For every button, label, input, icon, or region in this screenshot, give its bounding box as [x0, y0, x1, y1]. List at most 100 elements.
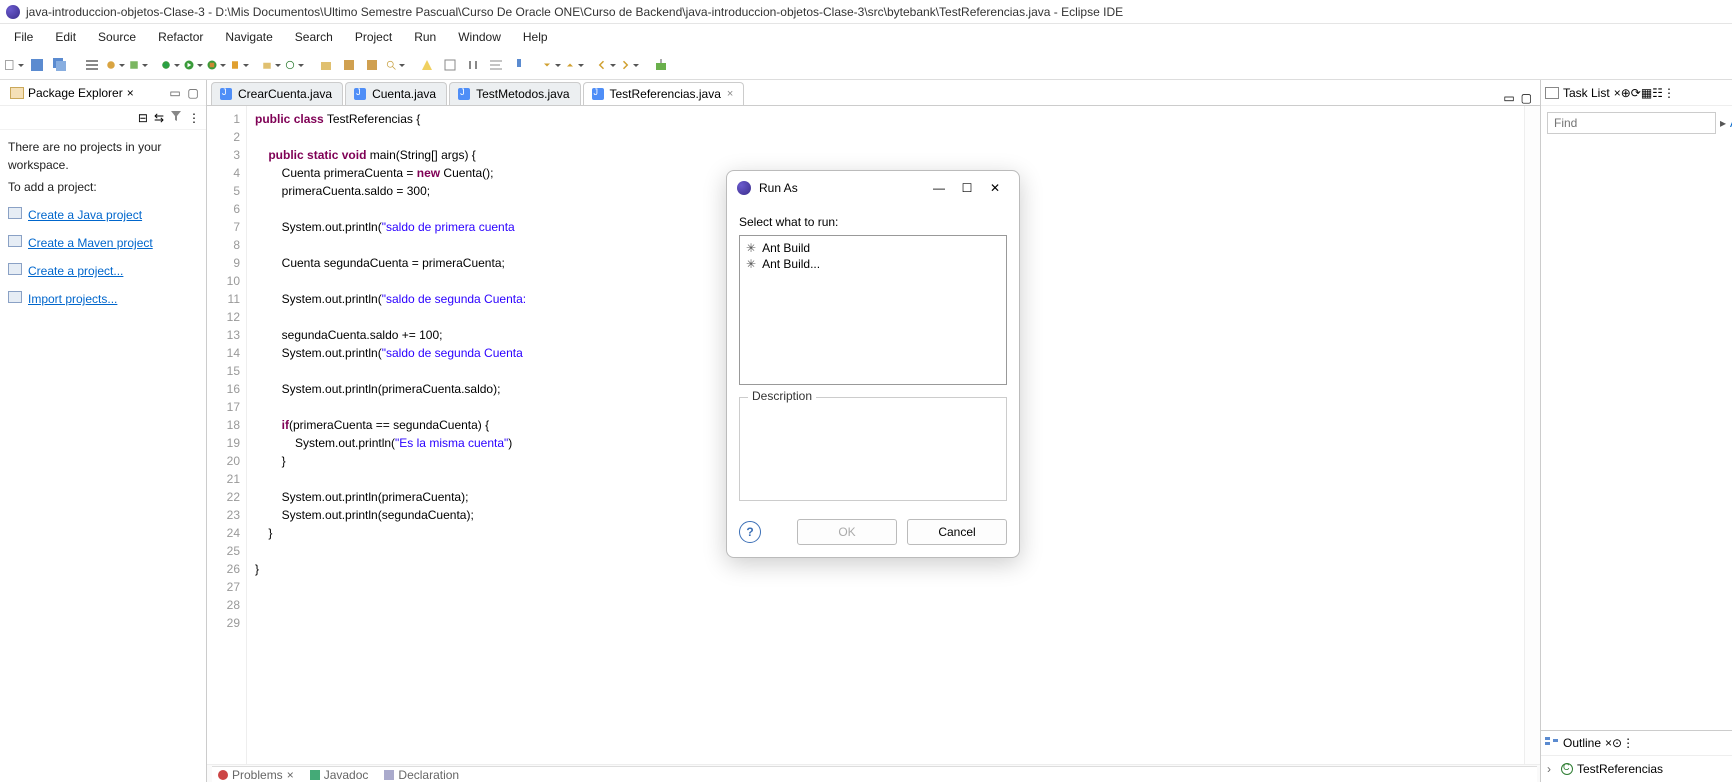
menu-source[interactable]: Source — [88, 26, 146, 48]
menu-project[interactable]: Project — [345, 26, 402, 48]
tasklist-filter-button[interactable]: ⋮ — [1663, 86, 1675, 100]
menu-navigate[interactable]: Navigate — [215, 26, 282, 48]
menu-search[interactable]: Search — [285, 26, 343, 48]
overview-ruler[interactable] — [1524, 106, 1540, 764]
new-package-button[interactable] — [261, 55, 281, 75]
debug-button[interactable] — [160, 55, 180, 75]
editor-tab[interactable]: TestMetodos.java — [449, 82, 580, 105]
editor-tab[interactable]: Cuenta.java — [345, 82, 447, 105]
mark-occurrences-button[interactable] — [417, 55, 437, 75]
save-all-button[interactable] — [50, 55, 70, 75]
ok-button[interactable]: OK — [797, 519, 897, 545]
editor-maximize-button[interactable]: ▢ — [1521, 91, 1532, 105]
problems-icon — [218, 770, 228, 780]
open-task-button[interactable] — [339, 55, 359, 75]
save-button[interactable] — [27, 55, 47, 75]
editor-tab[interactable]: TestReferencias.java× — [583, 82, 745, 105]
tab-javadoc[interactable]: Javadoc — [310, 768, 369, 782]
menu-help[interactable]: Help — [513, 26, 558, 48]
open-resource-button[interactable] — [362, 55, 382, 75]
maximize-view-button[interactable]: ▢ — [184, 84, 202, 102]
close-icon[interactable]: × — [1605, 736, 1612, 750]
run-last-button[interactable] — [229, 55, 249, 75]
maximize-button[interactable]: ☐ — [953, 174, 981, 202]
new-class-button[interactable] — [284, 55, 304, 75]
java-file-icon — [592, 88, 604, 100]
pe-link-label[interactable]: Create a Java project — [28, 206, 142, 224]
ant-icon: ✳ — [746, 241, 756, 255]
tasklist-new-button[interactable]: ⊕ — [1621, 86, 1631, 100]
menu-refactor[interactable]: Refactor — [148, 26, 213, 48]
block-selection-button[interactable] — [440, 55, 460, 75]
skip-breakpoints-button[interactable] — [105, 55, 125, 75]
pe-link-1[interactable]: Create a Maven project — [8, 230, 198, 252]
search-button[interactable] — [385, 55, 405, 75]
prev-annotation-button[interactable] — [564, 55, 584, 75]
bottom-views: Problems× Javadoc Declaration — [212, 766, 1537, 782]
new-button[interactable] — [4, 55, 24, 75]
word-wrap-button[interactable] — [486, 55, 506, 75]
pe-link-0[interactable]: Create a Java project — [8, 202, 198, 224]
filter-button[interactable] — [170, 110, 182, 125]
back-button[interactable] — [596, 55, 616, 75]
outline-focus-button[interactable]: ⊙ — [1612, 736, 1622, 750]
minimize-button[interactable]: — — [925, 174, 953, 202]
outline-item-testreferencias[interactable]: › TestReferencias — [1547, 762, 1726, 776]
run-option-label: Ant Build — [762, 241, 810, 255]
menu-window[interactable]: Window — [448, 26, 511, 48]
editor-tab[interactable]: CrearCuenta.java — [211, 82, 343, 105]
find-go-icon[interactable]: ▸ — [1720, 116, 1726, 130]
close-icon[interactable]: × — [287, 768, 294, 782]
help-button[interactable]: ? — [739, 521, 761, 543]
forward-button[interactable] — [619, 55, 639, 75]
tab-declaration[interactable]: Declaration — [384, 768, 459, 782]
collapse-all-button[interactable]: ⊟ — [138, 111, 148, 125]
pe-link-label[interactable]: Import projects... — [28, 290, 117, 308]
chevron-right-icon[interactable]: › — [1547, 762, 1557, 776]
open-type-button[interactable] — [316, 55, 336, 75]
tab-problems[interactable]: Problems× — [218, 768, 294, 782]
dialog-title-bar[interactable]: Run As — ☐ ✕ — [727, 171, 1019, 205]
wizard-icon — [8, 207, 22, 219]
run-button[interactable] — [183, 55, 203, 75]
close-icon[interactable]: × — [1614, 86, 1621, 100]
next-annotation-button[interactable] — [541, 55, 561, 75]
toggle-breadcrumb-button[interactable] — [82, 55, 102, 75]
editor-presentation-button[interactable]: ▭ — [1503, 91, 1514, 105]
coverage-button[interactable] — [206, 55, 226, 75]
description-box: Description — [739, 397, 1007, 501]
link-editor-button[interactable]: ⇆ — [154, 111, 164, 125]
close-icon[interactable]: × — [127, 86, 134, 100]
close-button[interactable]: ✕ — [981, 174, 1009, 202]
menu-edit[interactable]: Edit — [45, 26, 86, 48]
minimize-view-button[interactable]: ▭ — [166, 84, 184, 102]
tasklist-sched-button[interactable]: ▦ — [1641, 86, 1652, 100]
run-option-label: Ant Build... — [762, 257, 820, 271]
eclipse-icon — [6, 5, 20, 19]
view-menu-button[interactable]: ⋮ — [188, 111, 200, 125]
show-whitespace-button[interactable] — [463, 55, 483, 75]
wizard-icon — [8, 263, 22, 275]
package-explorer-tab[interactable]: Package Explorer × — [4, 84, 140, 102]
run-option[interactable]: ✳Ant Build... — [744, 256, 1002, 272]
task-find-input[interactable] — [1547, 112, 1716, 134]
pe-link-label[interactable]: Create a Maven project — [28, 234, 153, 252]
editor-tab-label: TestMetodos.java — [476, 87, 569, 101]
toggle-pin-button[interactable] — [509, 55, 529, 75]
cancel-button[interactable]: Cancel — [907, 519, 1007, 545]
outline-header: Outline × ⊙ ⋮ — [1541, 730, 1732, 756]
tasklist-tree-button[interactable]: ☷ — [1652, 86, 1663, 100]
new-java-button[interactable] — [128, 55, 148, 75]
pe-link-3[interactable]: Import projects... — [8, 286, 198, 308]
close-icon[interactable]: × — [727, 88, 733, 100]
pe-link-2[interactable]: Create a project... — [8, 258, 198, 280]
menu-file[interactable]: File — [4, 26, 43, 48]
pin-editor-button[interactable] — [651, 55, 671, 75]
pe-link-label[interactable]: Create a project... — [28, 262, 123, 280]
menu-run[interactable]: Run — [404, 26, 446, 48]
run-config-list[interactable]: ✳ Ant Build✳Ant Build... — [739, 235, 1007, 385]
tasklist-sync-button[interactable]: ⟳ — [1631, 86, 1641, 100]
editor-tabs: CrearCuenta.javaCuenta.java TestMetodos.j… — [207, 80, 1540, 106]
outline-menu-button[interactable]: ⋮ — [1622, 736, 1634, 750]
run-option[interactable]: ✳ Ant Build — [744, 240, 1002, 256]
